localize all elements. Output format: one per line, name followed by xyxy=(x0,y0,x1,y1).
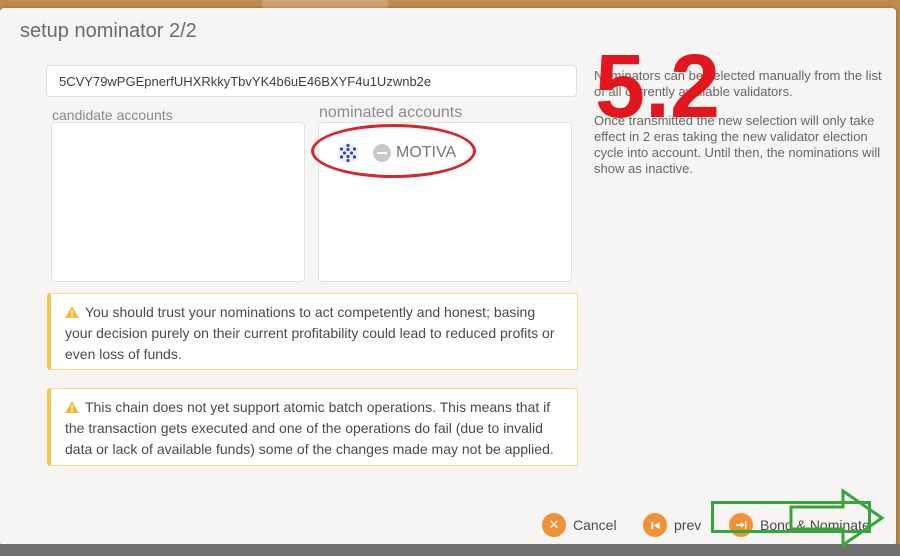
warning-icon xyxy=(65,306,79,318)
arrow-right-annotation-icon xyxy=(789,488,885,548)
nominated-accounts-label: nominated accounts xyxy=(319,104,463,121)
warning-atomic-batch: This chain does not yet support atomic b… xyxy=(47,388,578,466)
candidate-accounts-label: candidate accounts xyxy=(52,107,173,123)
close-icon: ✕ xyxy=(542,513,566,537)
modal-title: setup nominator 2/2 xyxy=(20,20,197,42)
candidate-accounts-list[interactable] xyxy=(51,122,305,282)
prev-button-label: prev xyxy=(674,517,702,533)
warning-text: You should trust your nominations to act… xyxy=(65,304,555,362)
stash-address-field[interactable]: 5CVY79wPGEpnerfUHXRkkyTbvYK4b6uE46BXYF4u… xyxy=(46,65,577,97)
warning-trust-nominations: You should trust your nominations to act… xyxy=(47,293,578,370)
bottom-strip xyxy=(0,544,900,556)
step-backward-icon xyxy=(643,513,667,537)
highlight-ellipse-annotation xyxy=(311,124,476,178)
warning-icon xyxy=(65,401,79,413)
cancel-button-label: Cancel xyxy=(573,517,617,533)
setup-nominator-modal: setup nominator 2/2 5CVY79wPGEpnerfUHXRk… xyxy=(0,8,896,546)
step-number-annotation: 5.2 xyxy=(595,37,721,137)
warning-text: This chain does not yet support atomic b… xyxy=(65,399,554,457)
cancel-button[interactable]: ✕ Cancel xyxy=(542,513,617,537)
prev-button[interactable]: prev xyxy=(643,513,701,537)
